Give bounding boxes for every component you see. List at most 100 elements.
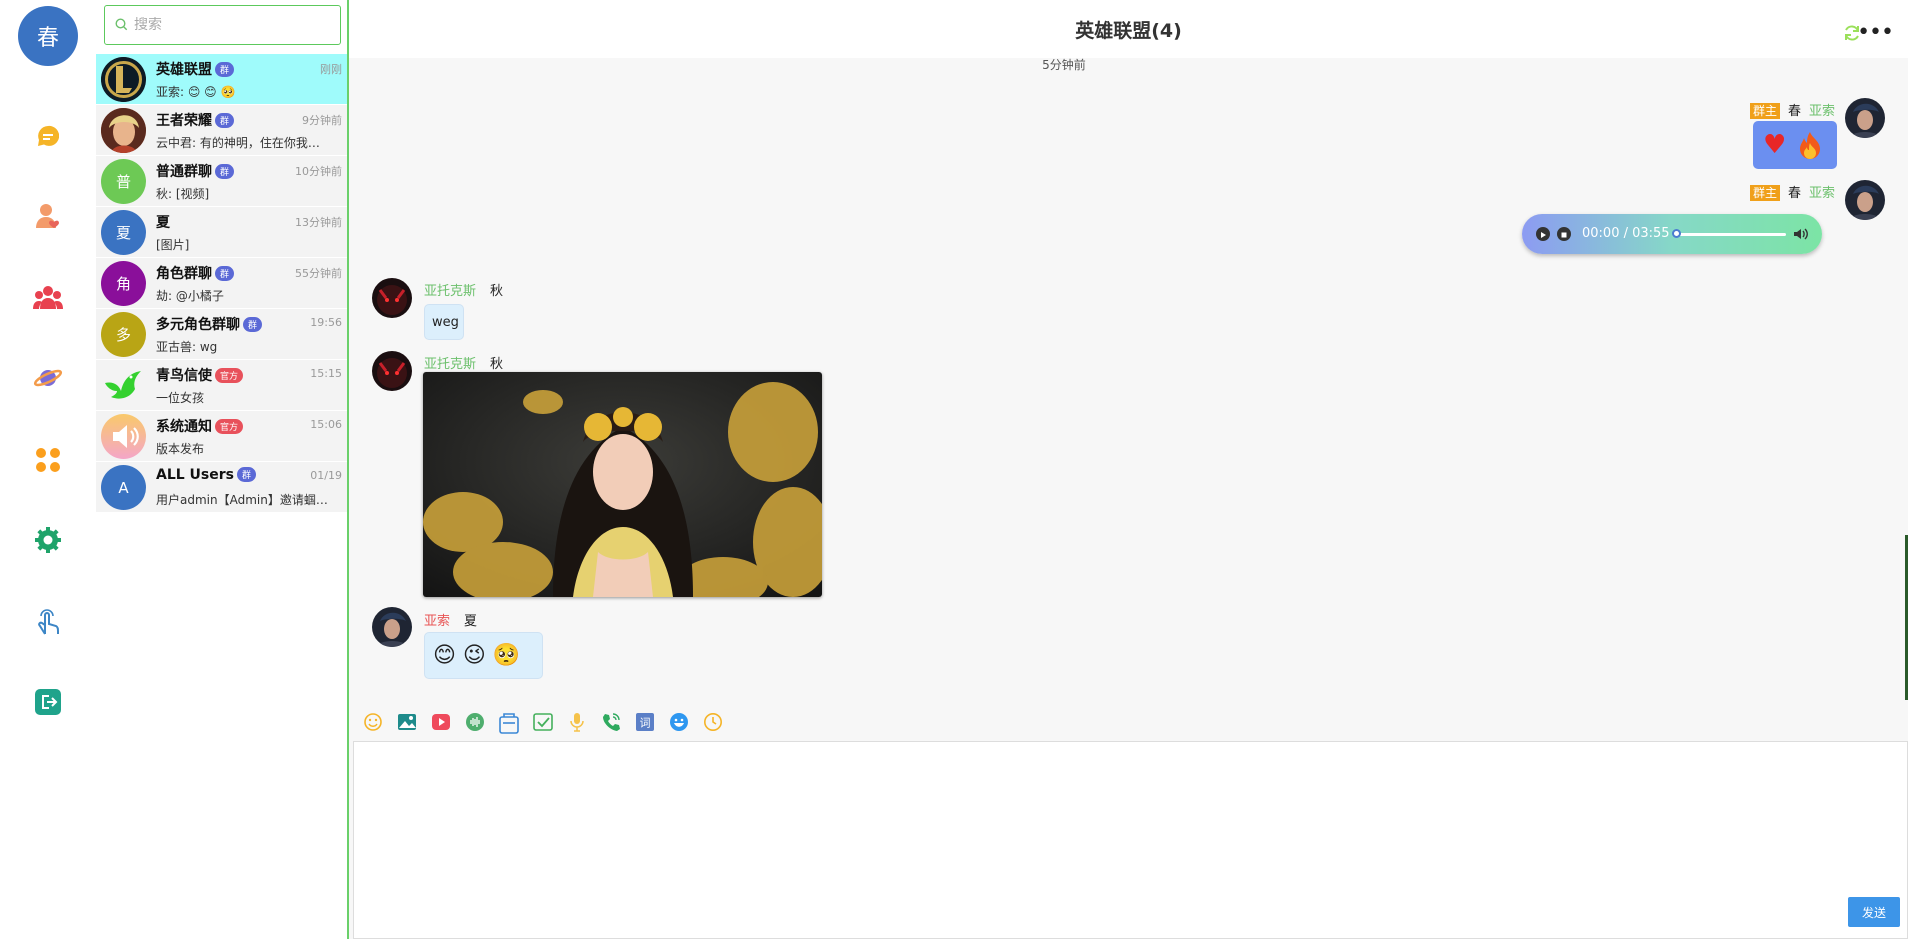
task-icon[interactable]	[533, 712, 553, 732]
fire-icon	[1800, 132, 1820, 159]
image-message[interactable]	[423, 372, 822, 597]
conversation-item[interactable]: 普 普通群聊群 10分钟前 秋: [视频]	[96, 156, 347, 207]
svg-text:词: 词	[640, 717, 651, 730]
sender-avatar[interactable]	[1845, 180, 1885, 220]
play-icon[interactable]	[1536, 227, 1550, 241]
group-badge: 群	[236, 467, 256, 482]
conversation-item[interactable]: 英雄联盟群 刚刚 亚索: 😊 😊 🥺	[96, 54, 347, 105]
conversation-avatar: 角	[101, 261, 146, 306]
message-input[interactable]	[354, 742, 1907, 938]
conversation-preview: 亚索: 😊 😊 🥺	[156, 85, 236, 99]
emoji-icon[interactable]	[363, 712, 383, 732]
word-icon[interactable]: 词	[635, 712, 655, 732]
settings-nav-icon[interactable]	[30, 522, 66, 558]
conversation-name: 多元角色群聊群	[156, 314, 263, 334]
conversation-item[interactable]: 多 多元角色群聊群 19:56 亚古兽: wg	[96, 309, 347, 360]
group-badge: 群	[215, 164, 235, 179]
conversation-item[interactable]: A ALL Users 群 01/19 用户admin【Admin】邀请蝈…	[96, 462, 347, 513]
conversation-time: 01/19	[310, 469, 342, 482]
conversation-list: 英雄联盟群 刚刚 亚索: 😊 😊 🥺 王者荣耀群 9分钟前 云中君: 有的神明，…	[96, 54, 347, 513]
message-timestamp: 5分钟前	[1042, 58, 1086, 72]
planet-nav-icon[interactable]	[30, 360, 66, 396]
search-box[interactable]	[104, 5, 341, 45]
groups-nav-icon[interactable]	[30, 280, 66, 316]
sender-avatar[interactable]	[1845, 98, 1885, 138]
message-input-area[interactable]	[353, 741, 1908, 939]
stop-icon[interactable]	[1557, 227, 1571, 241]
conversation-time: 19:56	[310, 316, 342, 329]
volume-icon[interactable]	[1792, 225, 1810, 247]
chat-header: 英雄联盟(4) •••	[349, 0, 1908, 58]
my-avatar[interactable]: 春	[18, 6, 78, 66]
mic-icon[interactable]	[567, 712, 587, 732]
conversation-name: 角色群聊群	[156, 263, 235, 283]
conversation-time: 10分钟前	[295, 165, 342, 178]
conversation-preview: 一位女孩	[156, 391, 205, 405]
conversation-avatar	[101, 108, 146, 153]
sender-avatar[interactable]	[372, 607, 412, 647]
conversation-preview: 版本发布	[156, 442, 205, 456]
text-message-bubble[interactable]: weg	[424, 304, 464, 340]
friends-nav-icon[interactable]	[30, 198, 66, 234]
call-icon[interactable]	[601, 712, 621, 732]
message-sender: 亚索夏	[424, 610, 485, 629]
conversation-preview: [图片]	[156, 238, 190, 252]
group-badge: 群	[215, 266, 235, 281]
touch-nav-icon[interactable]	[30, 604, 66, 640]
conversation-name: 普通群聊群	[156, 161, 235, 181]
apps-nav-icon[interactable]	[30, 442, 66, 478]
audio-progress-handle[interactable]	[1672, 229, 1681, 238]
sender-username: 亚托克斯	[424, 357, 477, 372]
sender-username: 亚索	[1808, 104, 1835, 119]
chat-title: 英雄联盟(4)	[1075, 20, 1182, 42]
conversation-avatar: 夏	[101, 210, 146, 255]
conversation-item[interactable]: 角 角色群聊群 55分钟前 劫: @小橘子	[96, 258, 347, 309]
conversation-time: 9分钟前	[302, 114, 342, 127]
emoji-message-bubble[interactable]: ♥	[1753, 121, 1837, 169]
conversation-name: 青鸟信使 官方	[156, 365, 244, 385]
conversation-time: 15:15	[310, 367, 342, 380]
emoji-message-bubble[interactable]: 😊 😉 🥺	[424, 632, 543, 679]
sender-username: 亚托克斯	[424, 284, 477, 299]
sender-nickname: 秋	[490, 357, 504, 372]
voice-icon[interactable]	[465, 712, 485, 732]
sender-avatar[interactable]	[372, 278, 412, 318]
conversation-name: 英雄联盟群	[156, 59, 235, 79]
send-button[interactable]: 发送	[1848, 897, 1900, 927]
nav-rail: 春	[0, 0, 96, 939]
conversation-avatar: A	[101, 465, 146, 510]
conversation-item[interactable]: 系统通知 官方 15:06 版本发布	[96, 411, 347, 462]
search-input[interactable]	[134, 17, 334, 33]
conversation-preview: 亚古兽: wg	[156, 340, 218, 354]
group-badge: 群	[243, 317, 263, 332]
sender-avatar[interactable]	[372, 351, 412, 391]
file-icon[interactable]	[499, 712, 519, 734]
logout-nav-icon[interactable]	[30, 684, 66, 720]
video-icon[interactable]	[431, 712, 451, 732]
sender-nickname: 夏	[464, 614, 478, 629]
clock-icon[interactable]	[703, 712, 723, 732]
conversation-preview: 云中君: 有的神明，住在你我…	[156, 136, 320, 150]
conversation-avatar: 普	[101, 159, 146, 204]
sticker-icon[interactable]	[669, 712, 689, 732]
audio-time: 00:00 / 03:55	[1582, 226, 1670, 241]
message-sender: 群主春亚索	[1749, 100, 1835, 119]
official-badge: 官方	[215, 368, 244, 383]
image-icon[interactable]	[397, 712, 417, 732]
conversation-item[interactable]: 夏 夏 13分钟前 [图片]	[96, 207, 347, 258]
bird-avatar-icon	[101, 363, 146, 408]
conversation-preview: 用户admin【Admin】邀请蝈…	[156, 493, 328, 507]
conversation-item[interactable]: 王者荣耀群 9分钟前 云中君: 有的神明，住在你我…	[96, 105, 347, 156]
heart-icon: ♥	[1763, 130, 1787, 160]
audio-player: 00:00 / 03:55	[1522, 214, 1822, 254]
conversation-time: 刚刚	[320, 63, 342, 76]
audio-progress-track[interactable]	[1676, 233, 1786, 236]
conversation-item[interactable]: 青鸟信使 官方 15:15 一位女孩	[96, 360, 347, 411]
more-options-icon[interactable]: •••	[1857, 22, 1894, 44]
conversation-preview: 秋: [视频]	[156, 187, 210, 201]
conversation-name: 王者荣耀群	[156, 110, 235, 130]
chat-nav-icon[interactable]	[30, 118, 66, 154]
sender-nickname: 秋	[490, 284, 504, 299]
conversation-name: 系统通知 官方	[156, 416, 244, 436]
chat-area: 英雄联盟(4) ••• 5分钟前 群主春亚索 ♥ 群主春亚索 00:00 / 0…	[349, 0, 1908, 939]
